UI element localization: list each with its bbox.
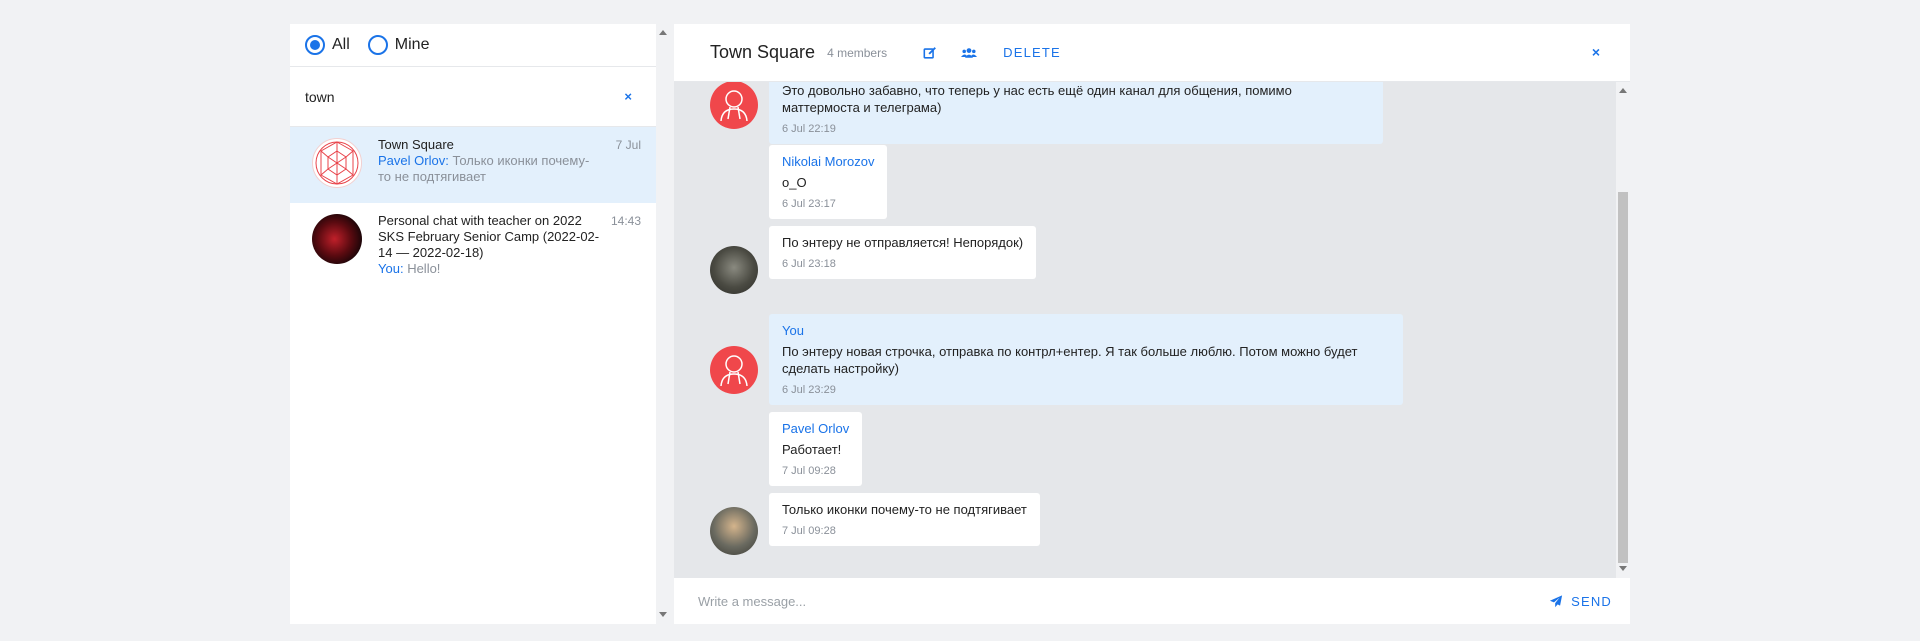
chat-avatar [312,214,362,264]
message-text: Работает! [782,442,842,457]
delete-button[interactable]: DELETE [1003,45,1061,60]
person-outline-icon [720,90,748,122]
clear-search-icon[interactable]: × [624,89,632,104]
paper-plane-icon [1549,594,1563,607]
message-author: You [782,323,804,338]
users-icon[interactable] [961,47,978,59]
chat-app: All Mine × [290,24,1630,624]
person-outline-icon [720,355,748,387]
message-time: 6 Jul 23:29 [782,384,836,396]
filter-mine-radio[interactable]: Mine [367,35,430,55]
town-square-avatar [312,138,362,188]
chat-list-panel: All Mine × [290,24,656,624]
message-scrollbar[interactable] [1616,82,1630,578]
send-button[interactable]: SEND [1549,594,1612,609]
filter-all-radio[interactable]: All [305,35,350,55]
conversation-title: Town Square [710,42,816,62]
edit-icon[interactable] [923,46,937,60]
message-bubble: Это довольно забавно, что теперь у нас е… [769,82,1383,144]
conversation-panel: Town Square 4 members DELETE × Это довол… [674,24,1630,624]
message-list: Это довольно забавно, что теперь у нас е… [674,82,1616,578]
chat-last-message: Hello! [407,261,441,276]
chat-title: Personal chat with teacher on 2022 SKS F… [378,213,600,260]
message-bubble: Pavel Orlov Работает! 7 Jul 09:28 [769,412,863,486]
message-time: 6 Jul 22:19 [782,123,836,135]
radio-checked-icon [305,35,325,55]
user-avatar [710,507,758,555]
chat-title: Town Square [378,137,454,152]
chat-list-item[interactable]: Town Square Pavel Orlov: Только иконки п… [290,127,656,203]
chat-last-sender: You: [378,261,404,276]
user-avatar [710,82,758,129]
message-input[interactable] [698,593,1550,609]
radio-unchecked-icon [367,35,388,55]
members-count: 4 members [827,45,888,60]
message-time: 6 Jul 23:17 [782,198,836,210]
message-time: 7 Jul 09:28 [782,525,836,537]
message-text: По энтеру новая строчка, отправка по кон… [782,344,1358,376]
message-time: 7 Jul 09:28 [782,465,836,477]
scroll-thumb[interactable] [1618,192,1628,563]
scroll-up-arrow-icon[interactable] [1619,88,1627,93]
chat-last-sender: Pavel Orlov: [378,153,449,168]
scroll-down-arrow-icon[interactable] [659,612,667,617]
chat-time: 14:43 [610,214,641,228]
message-bubble: Только иконки почему-то не подтягивает 7… [769,493,1040,546]
message-text: Только иконки почему-то не подтягивает [782,502,1027,517]
filter-bar: All Mine [290,24,656,67]
message-text: Это довольно забавно, что теперь у нас е… [782,83,1292,115]
close-icon[interactable]: × [1592,44,1600,60]
search-input[interactable] [305,88,625,105]
geodesic-sphere-icon [315,141,359,185]
message-bubble: По энтеру не отправляется! Непорядок) 6 … [769,226,1037,279]
message-bubble: You По энтеру новая строчка, отправка по… [769,314,1403,405]
message-text: o_O [782,175,807,190]
message-time: 6 Jul 23:18 [782,258,836,270]
filter-all-label: All [332,36,350,53]
scroll-down-arrow-icon[interactable] [1619,566,1627,571]
chat-list-item[interactable]: Personal chat with teacher on 2022 SKS F… [290,203,656,305]
message-composer: SEND [674,578,1630,624]
message-bubble: Nikolai Morozov o_O 6 Jul 23:17 [769,145,888,219]
search-bar: × [290,67,656,127]
scroll-up-arrow-icon[interactable] [659,30,667,35]
message-author: Nikolai Morozov [782,154,875,169]
filter-mine-label: Mine [394,36,430,53]
chat-time: 7 Jul [615,138,641,152]
send-label: SEND [1571,593,1612,609]
user-avatar [710,346,758,394]
message-author: Pavel Orlov [782,421,850,436]
chat-list-scrollbar[interactable] [656,24,670,624]
user-avatar [710,246,758,294]
conversation-header: Town Square 4 members DELETE × [674,24,1630,82]
message-text: По энтеру не отправляется! Непорядок) [782,235,1024,250]
